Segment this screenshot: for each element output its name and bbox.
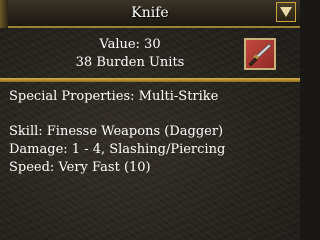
special-properties: Special Properties: Multi-Strike [9,89,219,104]
item-burden: 38 Burden Units [75,55,185,70]
damage-line: Damage: 1 - 4, Slashing/Piercing [9,142,226,157]
item-examine-window: Knife Value: 30 38 Burden Units Special … [0,0,300,240]
speed-line: Speed: Very Fast (10) [9,160,151,175]
knife-item-icon[interactable] [244,38,276,70]
window-title: Knife [131,5,169,21]
title-bar[interactable]: Knife [0,0,300,28]
close-x-icon [280,7,292,17]
section-divider [0,78,300,82]
item-value: Value: 30 [99,37,161,52]
skill-line: Skill: Finesse Weapons (Dagger) [9,124,224,139]
close-button[interactable] [276,2,296,22]
knife-icon [248,43,272,67]
